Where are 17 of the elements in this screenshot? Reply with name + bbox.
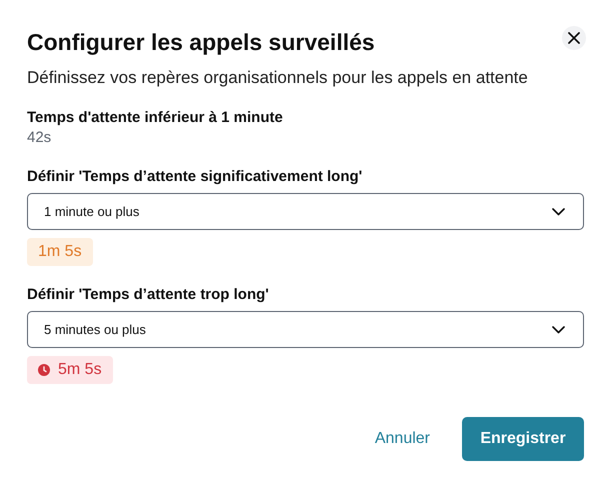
dialog-subtitle: Définissez vos repères organisationnels pour les appels en attente [27, 67, 529, 89]
field-label: Définir 'Temps d’attente trop long' [27, 285, 270, 305]
field-label: Temps d'attente inférieur à 1 minute [27, 108, 284, 128]
dropdown[interactable]: 1 minute ou plus [27, 193, 584, 230]
field-value: 42s [27, 128, 52, 148]
save-button[interactable]: Enregistrer [462, 417, 584, 461]
clock-icon [38, 364, 50, 376]
close-icon [568, 32, 580, 44]
dialog-title: Configurer les appels surveillés [27, 28, 375, 56]
dropdown[interactable]: 5 minutes ou plus [27, 311, 584, 348]
cancel-button[interactable]: Annuler [374, 427, 430, 451]
wait-time-badge: 5m 5s [27, 356, 113, 384]
wait-time-badge: 1m 5s [27, 238, 93, 266]
field-label: Définir 'Temps d’attente significativement long' [27, 167, 364, 187]
chevron-down-icon [552, 208, 565, 216]
chevron-down-icon [552, 326, 565, 334]
close-button[interactable] [562, 26, 586, 50]
